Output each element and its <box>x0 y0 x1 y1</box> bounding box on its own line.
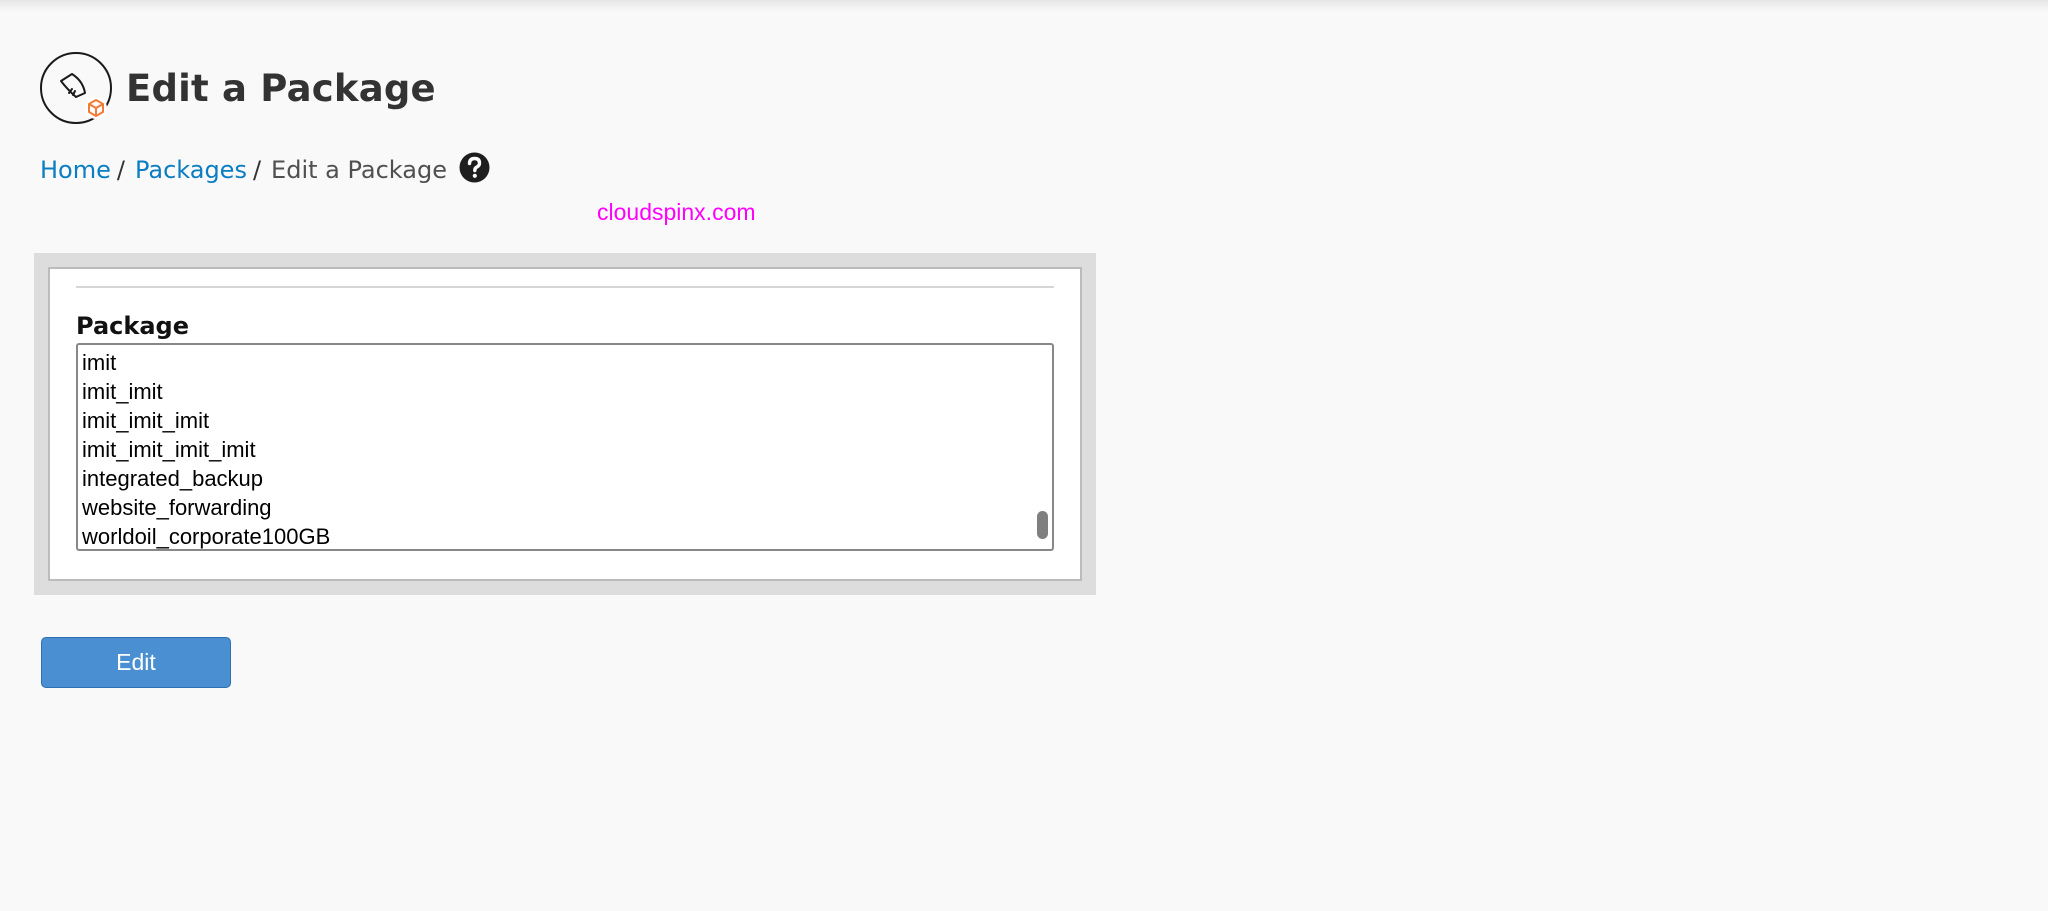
package-select-list[interactable]: imit imit_imit imit_imit_imit imit_imit_… <box>76 343 1054 551</box>
breadcrumb-separator: / <box>252 156 262 184</box>
list-item[interactable]: imit_imit_imit <box>82 406 209 435</box>
list-scrollbar-thumb[interactable] <box>1037 511 1048 539</box>
package-form-panel: Package imit imit_imit imit_imit_imit im… <box>34 253 1096 595</box>
edit-button[interactable]: Edit <box>41 637 231 688</box>
breadcrumb-separator: / <box>116 156 125 184</box>
list-item[interactable]: integrated_backup <box>82 464 263 493</box>
breadcrumb-home-link[interactable]: Home <box>40 156 111 184</box>
package-rocket-icon <box>39 51 113 125</box>
watermark-text: cloudspinx.com <box>597 199 756 225</box>
list-item[interactable]: imit <box>82 348 116 377</box>
list-item[interactable]: website_forwarding <box>82 493 272 522</box>
package-field-label: Package <box>76 312 189 340</box>
question-circle-icon[interactable] <box>459 152 490 183</box>
page-header: Edit a Package <box>39 51 436 125</box>
divider <box>76 286 1054 288</box>
list-item[interactable]: imit_imit_imit_imit <box>82 435 256 464</box>
breadcrumb-current: Edit a Package <box>271 156 447 184</box>
page-title: Edit a Package <box>126 66 436 110</box>
top-bar-shadow <box>0 0 2048 12</box>
list-item[interactable]: worldoil_corporate100GB <box>82 522 330 549</box>
package-form-body: Package imit imit_imit imit_imit_imit im… <box>48 267 1082 581</box>
breadcrumb-packages-link[interactable]: Packages <box>135 156 247 184</box>
list-item[interactable]: imit_imit <box>82 377 163 406</box>
breadcrumb: Home / Packages / Edit a Package <box>40 151 490 189</box>
